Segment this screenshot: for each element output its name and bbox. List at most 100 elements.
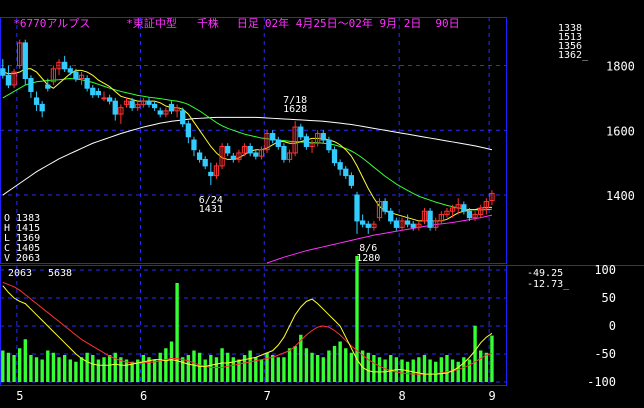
candlestick	[50, 65, 57, 85]
candle-body	[196, 152, 203, 160]
volume-bar	[304, 348, 309, 382]
candlestick	[461, 201, 467, 215]
candlestick	[275, 136, 281, 150]
candle-body	[225, 145, 231, 154]
candle-body	[247, 145, 253, 154]
candlestick	[78, 72, 85, 85]
volume-bar	[400, 359, 404, 382]
candlestick	[365, 220, 371, 234]
candlestick	[106, 94, 113, 105]
month-label: 6	[140, 389, 147, 403]
volume-bar	[141, 355, 146, 382]
candle-body	[354, 194, 360, 222]
volume-bar	[315, 355, 320, 382]
candle-body	[461, 204, 467, 212]
volume-bar	[91, 355, 95, 382]
candlestick	[5, 65, 12, 89]
volume-legend-value: 5638	[48, 268, 72, 279]
candle-body	[39, 103, 45, 112]
oscillator-tick-label: -100	[587, 375, 616, 389]
candle-body	[466, 210, 473, 219]
volume-bar	[327, 350, 331, 382]
volume-bar	[169, 341, 174, 382]
candlestick	[421, 207, 428, 225]
volume-bar	[40, 359, 44, 382]
candle-body	[202, 158, 208, 167]
ma-legend-value: 1362_	[558, 50, 589, 61]
candle-body	[281, 145, 287, 160]
candlestick	[28, 75, 34, 98]
ma-long-line	[2, 116, 493, 196]
candlestick	[303, 133, 310, 150]
volume-bar	[237, 359, 241, 382]
candlestick	[62, 55, 68, 73]
candlestick	[196, 149, 203, 163]
candlestick	[483, 198, 489, 215]
candlestick	[489, 190, 495, 206]
candlestick	[258, 146, 265, 160]
volume-bar	[192, 350, 196, 382]
candle-body	[185, 123, 191, 138]
candle-body	[84, 78, 90, 89]
volume-bar	[23, 339, 27, 382]
candlestick	[404, 214, 411, 228]
annotation-price: 1280	[356, 253, 380, 264]
candle-body	[410, 223, 416, 228]
volume-bar	[79, 357, 84, 382]
candle-body	[45, 84, 51, 89]
candle-body	[427, 210, 433, 228]
candle-body	[326, 139, 332, 151]
volume-bar	[310, 352, 314, 382]
volume-bar	[473, 325, 477, 382]
oscillator-tick-label: 100	[594, 263, 616, 277]
volume-bar	[282, 357, 286, 382]
volume-bar	[68, 359, 72, 382]
candlestick	[123, 97, 130, 108]
oscillator-legend-value: -49.25	[527, 268, 563, 279]
candle-body	[230, 155, 236, 160]
volume-bar	[338, 341, 342, 382]
volume-bar	[349, 352, 354, 382]
volume-legend-value: 2063	[8, 268, 32, 279]
oscillator-tick-label: -50	[594, 347, 616, 361]
candlestick	[427, 207, 433, 231]
ma-mid-line	[2, 77, 492, 211]
candle-body	[270, 133, 276, 141]
candlestick	[354, 191, 360, 234]
volume-bar	[405, 361, 410, 382]
volume-bar	[17, 348, 22, 382]
candlestick	[376, 198, 383, 221]
price-tick-label: 1800	[606, 60, 635, 74]
volume-bar	[209, 355, 213, 382]
volume-bar	[484, 352, 489, 382]
annotation-price: 1431	[199, 204, 223, 215]
candlestick	[180, 107, 186, 128]
candlestick	[410, 220, 416, 231]
candlestick	[225, 143, 231, 157]
candlestick	[371, 220, 377, 231]
stock-chart: 180016001400100500-50-1005 6 7 8 97/1816286/…	[0, 17, 644, 403]
volume-bar	[490, 335, 494, 382]
candle-body	[337, 162, 343, 170]
candlestick	[247, 143, 253, 157]
volume-bar	[434, 361, 438, 382]
volume-bar	[445, 355, 449, 382]
volume-bar	[220, 348, 224, 382]
candlestick	[163, 107, 169, 118]
month-label: 5	[16, 389, 23, 403]
candle-body	[5, 74, 12, 86]
volume-bar	[29, 355, 33, 382]
candlestick	[208, 162, 214, 185]
volume-bar	[270, 355, 275, 382]
volume-bar	[226, 352, 230, 382]
candlestick	[236, 149, 242, 163]
volume-bar	[102, 357, 106, 382]
candle-body	[298, 126, 304, 138]
candle-body	[191, 139, 197, 151]
candle-body	[320, 133, 326, 141]
candlestick	[101, 91, 107, 102]
candle-body	[73, 71, 79, 79]
volume-bar	[467, 359, 472, 382]
candlestick	[33, 91, 40, 111]
candle-body	[157, 110, 163, 115]
